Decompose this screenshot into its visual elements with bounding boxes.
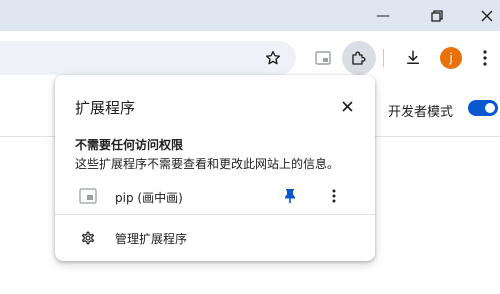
browser-menu-button[interactable] (468, 41, 500, 75)
pip-extension-button[interactable] (306, 41, 340, 75)
gear-icon (82, 231, 94, 245)
extensions-popup: 扩展程序 不需要任何访问权限 这些扩展程序不需要查看和更改此网站上的信息。 pi… (55, 75, 375, 261)
popup-title: 扩展程序 (75, 99, 136, 117)
more-vert-icon (483, 50, 487, 66)
puzzle-icon (352, 51, 366, 65)
close-icon (341, 100, 353, 112)
developer-mode-label: 开发者模式 (388, 105, 454, 120)
pin-extension-button[interactable] (279, 185, 301, 207)
restore-button[interactable] (414, 0, 460, 31)
manage-extensions-label: 管理扩展程序 (115, 232, 188, 246)
restore-icon (431, 9, 443, 22)
bookmark-star-button[interactable] (256, 41, 290, 75)
manage-extensions-item[interactable]: 管理扩展程序 (55, 221, 375, 253)
extension-more-button[interactable] (323, 185, 345, 207)
toggle-knob (485, 103, 495, 113)
close-window-button[interactable] (464, 0, 500, 31)
popup-divider (55, 214, 375, 215)
minimize-icon: — (376, 7, 390, 24)
picture-in-picture-icon (79, 188, 97, 204)
picture-in-picture-icon (315, 51, 331, 65)
developer-mode-toggle[interactable] (468, 100, 498, 116)
extensions-button[interactable] (342, 41, 376, 75)
address-bar[interactable] (0, 41, 296, 75)
section-heading: 不需要任何访问权限 (75, 138, 184, 152)
downloads-button[interactable] (396, 41, 430, 75)
star-icon (265, 50, 281, 65)
extension-name: pip (画中画) (115, 191, 183, 205)
minimize-button[interactable]: — (360, 0, 406, 31)
download-icon (407, 50, 419, 64)
section-description: 这些扩展程序不需要查看和更改此网站上的信息。 (75, 157, 340, 171)
profile-button[interactable]: j (434, 41, 468, 75)
more-vert-icon (332, 189, 336, 203)
title-bar: — (0, 0, 500, 31)
popup-close-button[interactable] (336, 95, 358, 117)
close-icon (481, 10, 493, 21)
pin-icon (285, 189, 295, 203)
extension-item-pip[interactable]: pip (画中画) (55, 179, 375, 213)
toolbar-separator (383, 49, 384, 67)
avatar: j (440, 47, 462, 69)
